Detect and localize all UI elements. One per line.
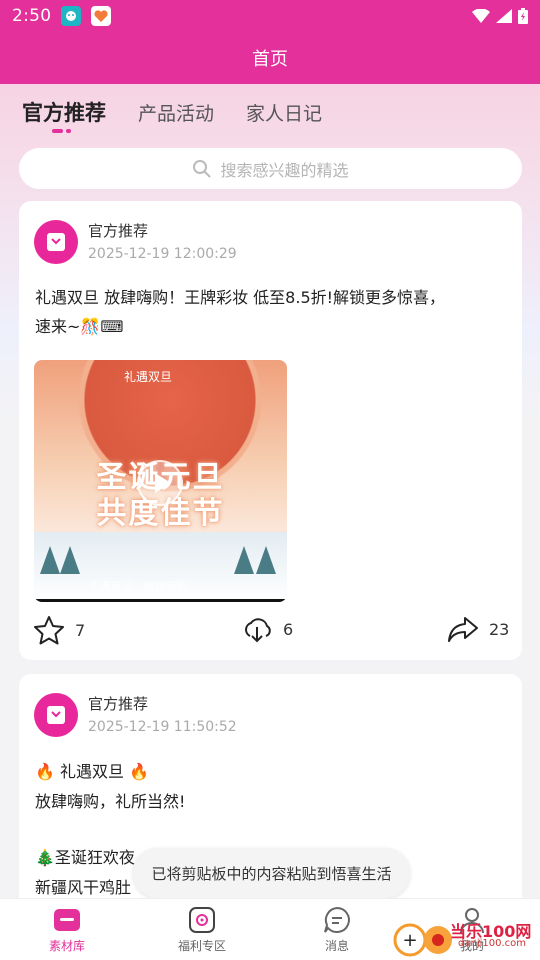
nav-label: 消息 [324,939,349,953]
share-button[interactable]: 23 [447,615,509,643]
svg-text:+: + [402,930,417,951]
post-text-line: 🔥 礼遇双旦 🔥 [35,762,150,781]
tab-family-diary[interactable]: 家人日记 [246,99,322,126]
watermark-logo: + [392,918,454,958]
post-author: 官方推荐 [88,695,149,713]
clipboard-toast: 已将剪贴板中的内容粘贴到悟喜生活 [133,848,410,898]
cloud-download-icon [245,618,271,643]
nav-messages[interactable]: 消息 [287,905,387,954]
notification-heart-icon [91,6,112,26]
nav-material-library[interactable]: 素材库 [17,905,117,954]
brand-bag-icon [47,706,65,724]
app-bar: 首页 [0,32,540,84]
watermark-domain: danji100.com [458,938,526,949]
tab-indicator [52,129,72,133]
post-text-line: 新疆风干鸡肚 [35,878,132,897]
welfare-icon [189,907,215,933]
message-icon [324,906,350,933]
post-text-line: 速来~🎊⌨ [35,317,124,336]
category-tabs: 官方推荐 产品活动 家人日记 [0,84,540,140]
like-button[interactable]: 7 [33,615,85,645]
download-count: 6 [283,619,294,639]
search-bar[interactable]: 搜索感兴趣的精选 [19,148,522,189]
search-icon [193,159,212,178]
like-count: 7 [75,620,86,640]
notification-app-icon [61,6,82,26]
download-button[interactable]: 6 [241,615,293,643]
post-author: 官方推荐 [88,222,149,240]
nav-label: 福利专区 [177,939,226,953]
search-placeholder: 搜索感兴趣的精选 [220,160,349,180]
tree-graphic [234,546,254,574]
avatar[interactable] [34,693,78,737]
video-top-text: 礼遇双旦 [124,370,173,384]
post-actions: 7 6 23 [19,615,522,647]
play-icon[interactable] [137,460,183,506]
page-title: 首页 [252,49,288,70]
status-bar: 2:50 [0,0,540,32]
post-timestamp: 2025-12-19 11:50:52 [88,719,237,735]
post-text: 礼遇双旦 放肆嗨购！王牌彩妆 低至8.5折!解锁更多惊喜， 速来~🎊⌨ [35,283,507,341]
signal-icon [496,9,512,23]
tree-graphic [40,546,60,574]
post-text-line: 礼遇双旦 放肆嗨购！王牌彩妆 低至8.5折!解锁更多惊喜， [35,288,446,307]
post-timestamp: 2025-12-19 12:00:29 [88,246,237,262]
nav-label: 素材库 [48,939,85,953]
video-progress [34,599,287,602]
material-library-icon [54,909,80,931]
tab-product-activity[interactable]: 产品活动 [138,99,214,126]
brand-bag-icon [47,233,65,251]
tree-graphic [256,546,276,574]
tree-graphic [60,546,80,574]
post-card[interactable]: 官方推荐 2025-12-19 12:00:29 礼遇双旦 放肆嗨购！王牌彩妆 … [19,201,522,660]
share-icon [448,617,478,642]
star-icon [34,616,64,645]
battery-icon [518,8,528,24]
wifi-icon [472,9,490,23]
avatar[interactable] [34,220,78,264]
post-text-line: 放肆嗨购，礼所当然! [35,792,186,811]
video-caption: 礼遇双旦 · 放肆嗨购 [89,580,188,593]
tab-official-recommend[interactable]: 官方推荐 [22,97,106,127]
status-time: 2:50 [12,6,52,26]
post-text-line: 🎄圣诞狂欢夜 [35,848,135,867]
video-thumbnail[interactable]: 礼遇双旦 圣诞元旦 共度佳节 礼遇双旦 · 放肆嗨购 [34,360,287,602]
share-count: 23 [489,619,510,639]
nav-welfare[interactable]: 福利专区 [152,905,252,954]
